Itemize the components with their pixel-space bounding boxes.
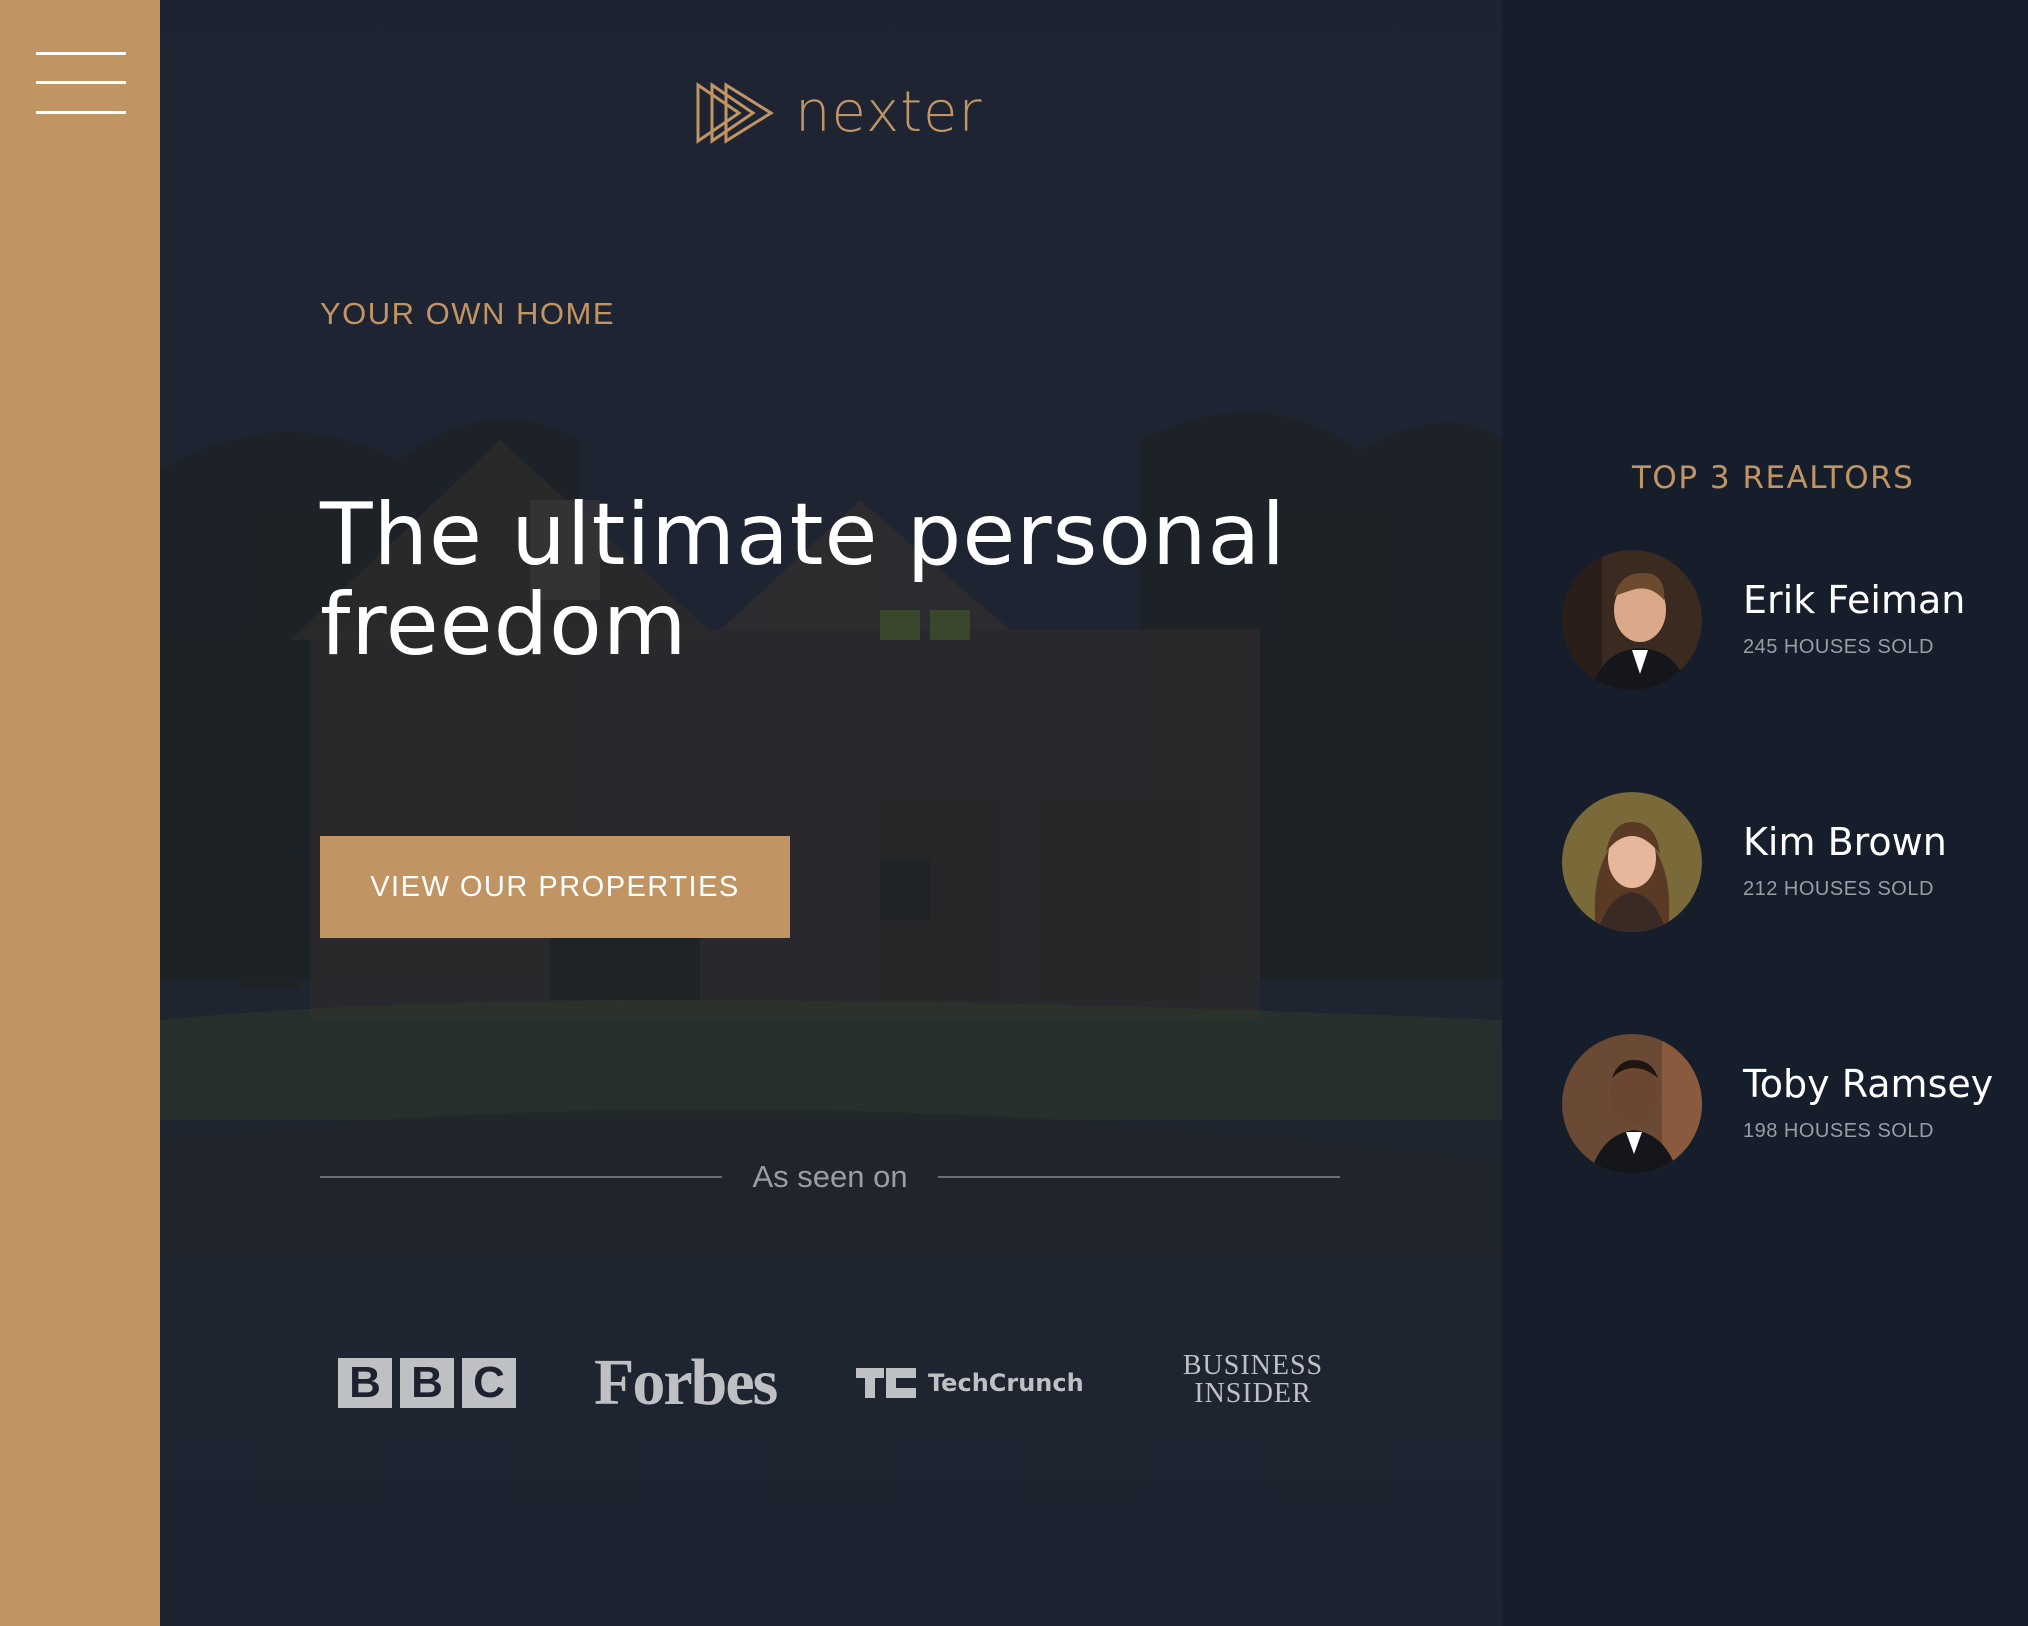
techcrunch-logo: TechCrunch — [856, 1368, 1084, 1398]
menu-line — [36, 81, 126, 84]
bbc-logo-letter: C — [462, 1358, 516, 1408]
realtor-name: Erik Feiman — [1743, 578, 1966, 622]
hero-heading-line2: freedom — [320, 575, 688, 675]
brand-name: nexter — [795, 80, 983, 145]
divider-line — [320, 1176, 723, 1178]
press-logos: B B C Forbes TechCrunch BUSINESS INSIDER — [338, 1350, 1338, 1420]
techcrunch-logo-text: TechCrunch — [928, 1369, 1084, 1397]
avatar — [1562, 792, 1702, 932]
avatar — [1562, 550, 1702, 690]
business-insider-line2: INSIDER — [1194, 1378, 1312, 1409]
brand-logo[interactable]: nexter — [695, 78, 983, 148]
as-seen-on-divider: As seen on — [320, 1155, 1341, 1199]
bbc-logo-letter: B — [338, 1358, 392, 1408]
hero-heading-line1: The ultimate personal — [320, 485, 1287, 585]
realtor-name: Toby Ramsey — [1743, 1062, 1994, 1106]
hero-heading: The ultimate personal freedom — [320, 490, 1320, 670]
menu-line — [36, 52, 126, 55]
realtor-name: Kim Brown — [1743, 820, 1947, 864]
sidebar — [0, 0, 160, 1626]
menu-line — [36, 111, 126, 114]
realtor-card[interactable]: Kim Brown 212 HOUSES SOLD — [1562, 792, 2022, 932]
forbes-logo: Forbes — [594, 1346, 778, 1419]
realtors-panel: TOP 3 REALTORS Erik Feiman 245 HOUSES SO… — [1502, 0, 2028, 1626]
hero-subtitle: YOUR OWN HOME — [320, 296, 616, 331]
bbc-logo: B B C — [338, 1358, 516, 1408]
realtor-card[interactable]: Erik Feiman 245 HOUSES SOLD — [1562, 550, 2022, 690]
view-properties-button[interactable]: VIEW OUR PROPERTIES — [320, 836, 790, 938]
triple-play-triangles-icon — [696, 82, 774, 144]
bbc-logo-letter: B — [400, 1358, 454, 1408]
realtors-title: TOP 3 REALTORS — [1632, 460, 1915, 496]
realtor-houses-sold: 198 HOUSES SOLD — [1743, 1120, 1934, 1142]
hamburger-menu-icon[interactable] — [36, 50, 126, 120]
divider-line — [937, 1176, 1341, 1178]
realtor-houses-sold: 245 HOUSES SOLD — [1743, 636, 1934, 658]
hero-section: nexter YOUR OWN HOME The ultimate person… — [160, 0, 1502, 1626]
realtor-houses-sold: 212 HOUSES SOLD — [1743, 878, 1934, 900]
techcrunch-mark-icon — [856, 1368, 916, 1398]
business-insider-line1: BUSINESS — [1182, 1350, 1324, 1381]
avatar — [1562, 1034, 1702, 1174]
business-insider-logo: BUSINESS INSIDER — [1153, 1352, 1353, 1408]
realtor-card[interactable]: Toby Ramsey 198 HOUSES SOLD — [1562, 1034, 2022, 1174]
as-seen-on-label: As seen on — [752, 1159, 908, 1194]
